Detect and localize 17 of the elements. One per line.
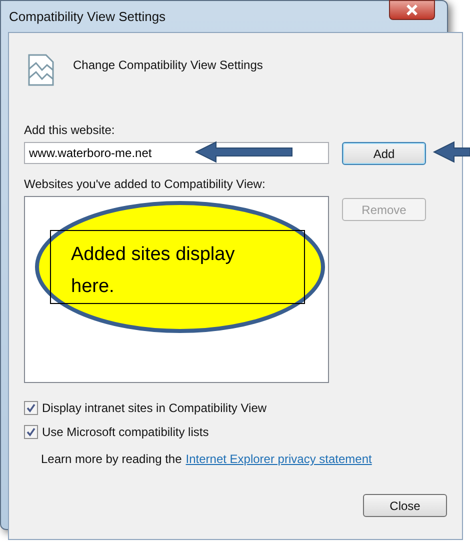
checkbox[interactable] bbox=[24, 425, 38, 439]
add-button[interactable]: Add bbox=[342, 142, 426, 165]
close-button[interactable]: Close bbox=[363, 494, 447, 517]
callout-text: Added sites display here. bbox=[50, 230, 305, 304]
close-icon[interactable] bbox=[389, 0, 435, 20]
field-label: Add this website: bbox=[24, 122, 116, 139]
broken-page-icon bbox=[27, 53, 55, 87]
list-label: Websites you've added to Compatibility View: bbox=[24, 176, 266, 193]
dialog-heading: Change Compatibility View Settings bbox=[73, 57, 263, 74]
checkbox[interactable] bbox=[24, 401, 38, 415]
checkbox-label: Use Microsoft compatibility lists bbox=[42, 424, 209, 441]
privacy-link[interactable]: Internet Explorer privacy statement bbox=[186, 450, 372, 468]
arrow-icon bbox=[432, 141, 470, 163]
window-title: Compatibility View Settings bbox=[9, 9, 166, 24]
learn-more-text: Learn more by reading the bbox=[41, 451, 182, 468]
arrow-icon bbox=[194, 141, 294, 163]
checkbox-label: Display intranet sites in Compatibility View bbox=[42, 400, 267, 417]
